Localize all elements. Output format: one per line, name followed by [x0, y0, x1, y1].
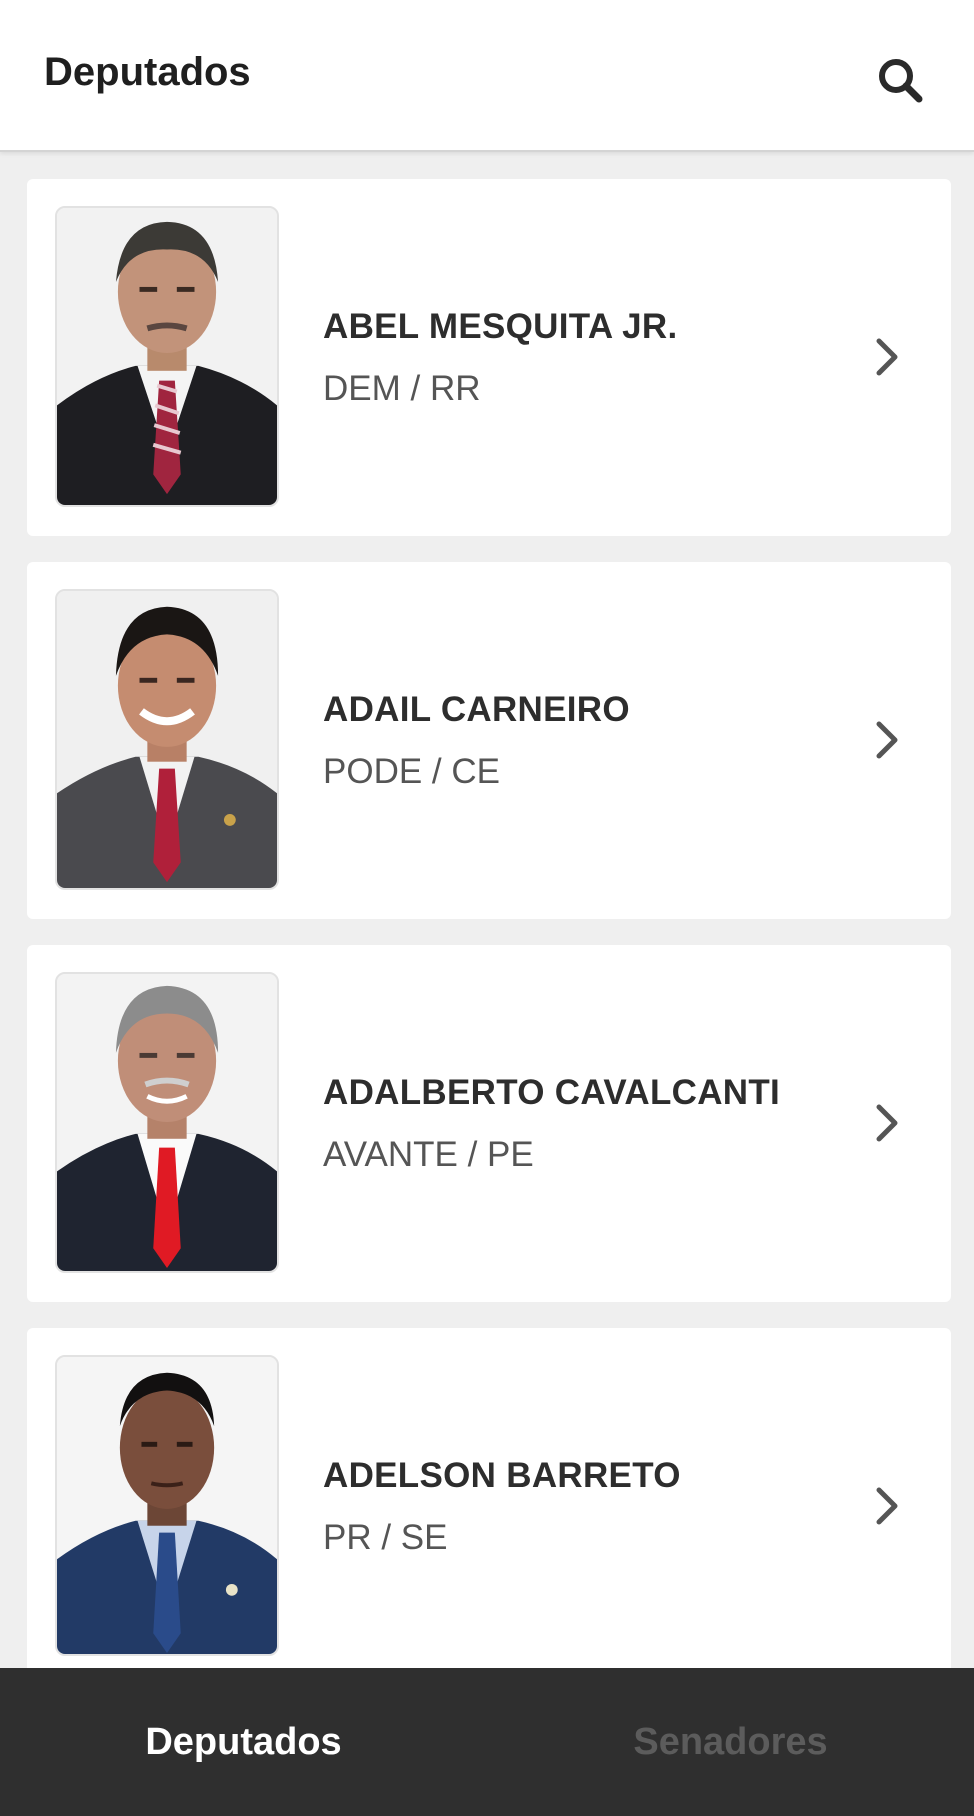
deputy-card[interactable]: ADALBERTO CAVALCANTI AVANTE / PE [27, 945, 951, 1302]
deputy-photo [55, 972, 279, 1273]
tab-senadores[interactable]: Senadores [487, 1668, 974, 1816]
deputy-name: ABEL MESQUITA JR. [323, 307, 678, 346]
deputy-photo [55, 1355, 279, 1656]
deputy-party-state: AVANTE / PE [323, 1135, 534, 1174]
bottom-tab-bar: Deputados Senadores [0, 1668, 974, 1816]
deputy-name: ADALBERTO CAVALCANTI [323, 1073, 781, 1112]
deputy-name: ADELSON BARRETO [323, 1456, 681, 1495]
deputy-photo [55, 589, 279, 890]
deputy-card[interactable]: ADELSON BARRETO PR / SE [27, 1328, 951, 1668]
search-button[interactable] [868, 48, 932, 112]
deputy-name: ADAIL CARNEIRO [323, 690, 630, 729]
deputy-party-state: PR / SE [323, 1518, 448, 1557]
deputies-list: ABEL MESQUITA JR. DEM / RR ADAIL CARNEIR… [0, 152, 974, 1668]
chevron-right-icon [876, 721, 898, 759]
chevron-right-icon [876, 338, 898, 376]
tab-deputados[interactable]: Deputados [0, 1668, 487, 1816]
app-header: Deputados [0, 0, 974, 152]
page-title: Deputados [44, 50, 251, 94]
deputy-photo [55, 206, 279, 507]
deputy-party-state: PODE / CE [323, 752, 500, 791]
deputy-card[interactable]: ADAIL CARNEIRO PODE / CE [27, 562, 951, 919]
deputy-party-state: DEM / RR [323, 369, 481, 408]
chevron-right-icon [876, 1487, 898, 1525]
search-icon [879, 59, 923, 103]
app-screen: Deputados ABEL MESQUITA JR. DEM / RR ADA… [0, 0, 974, 1816]
chevron-right-icon [876, 1104, 898, 1142]
deputy-card[interactable]: ABEL MESQUITA JR. DEM / RR [27, 179, 951, 536]
